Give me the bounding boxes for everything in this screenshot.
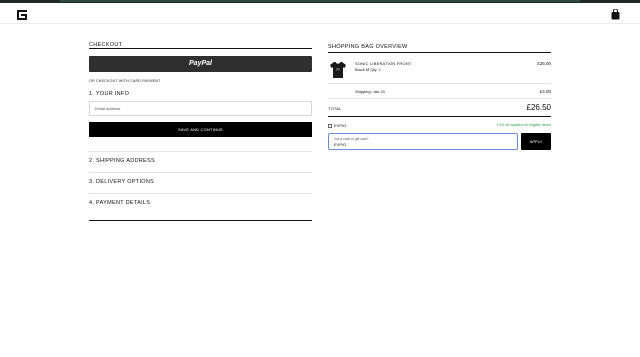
promo-code-value: EVPIO [334,142,347,147]
checkout-title: Checkout [89,40,312,49]
divider [89,220,312,221]
total-price: £26.50 [526,103,551,112]
product-price: £25.00 [537,61,551,66]
card-checkout-note: OR CHECKOUT WITH CARD PAYMENT [89,79,161,83]
bag-overview-title: Shopping Bag Overview [328,40,551,53]
tag-icon [328,123,332,128]
step-shipping-address[interactable]: 2. SHIPPING ADDRESS [89,158,155,164]
apply-button[interactable]: APPLY [521,133,551,150]
promo-code-input[interactable]: Got a code or gift card? EVPIO [328,133,518,150]
paypal-button[interactable]: PayPal [89,56,312,72]
step-delivery-options[interactable]: 3. DELIVERY OPTIONS [89,179,154,185]
divider [89,172,312,173]
checkout-column: Checkout PayPal OR CHECKOUT WITH CARD PA… [89,40,312,221]
product-meta: Black M Qty: 1 [355,67,382,72]
divider [328,98,551,99]
total-label: TOTAL [328,106,342,111]
email-field[interactable] [89,101,312,116]
step-payment-details[interactable]: 4. PAYMENT DETAILS [89,200,150,206]
divider [89,193,312,194]
step-your-info: 1. YOUR INFO [89,91,130,97]
product-tshirt-image[interactable] [328,60,348,80]
bag-overview-column: Shopping Bag Overview SONIC LIBERATION F… [328,40,551,150]
brand-logo-icon[interactable] [17,10,27,20]
divider [328,83,551,84]
shipping-price: £4.00 [539,89,551,94]
divider [328,116,551,117]
product-name[interactable]: SONIC LIBERATION FRONT [355,61,412,66]
promo-code-label: Got a code or gift card? [334,137,369,141]
promo-applied-note: 10% off applied on eligible items [496,123,551,127]
top-accent-bar-inner [60,0,580,2]
shipping-label: Shipping: Jan 20 [355,89,385,94]
divider [89,151,312,152]
applied-promo-code: EVPIO [334,123,347,128]
save-and-continue-button[interactable]: SAVE AND CONTINUE [89,122,312,137]
site-header [0,3,640,24]
shopping-bag-icon[interactable] [611,9,620,20]
applied-promo-tag[interactable]: EVPIO [328,123,346,128]
